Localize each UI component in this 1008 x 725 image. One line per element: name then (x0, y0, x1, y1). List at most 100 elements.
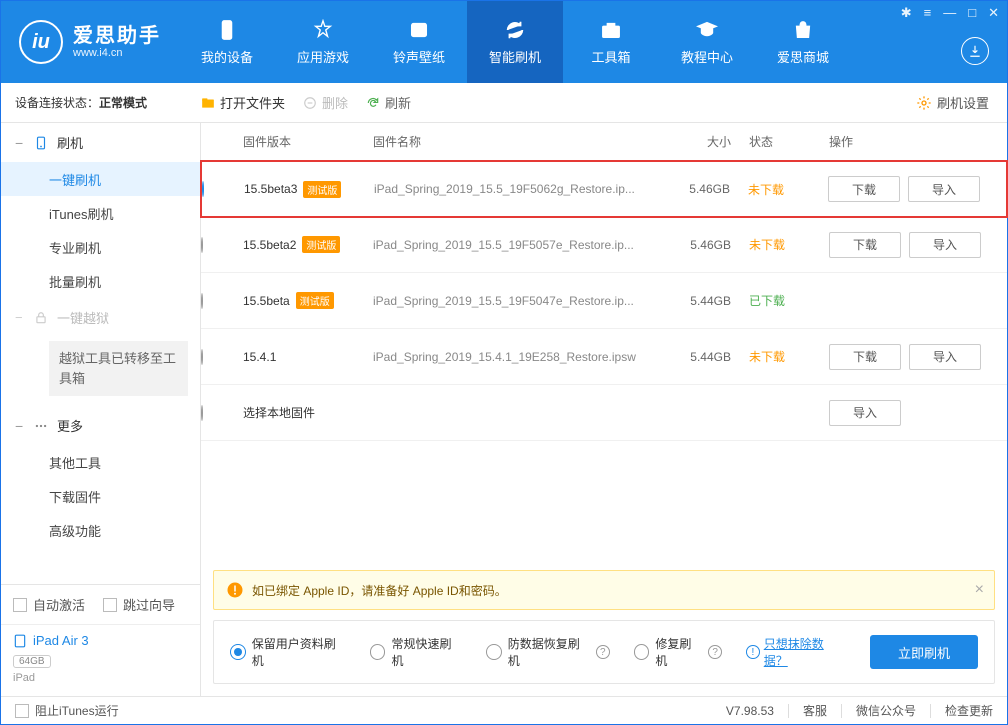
help-icon[interactable]: ? (596, 645, 610, 659)
download-indicator-icon[interactable] (961, 37, 989, 65)
start-flash-button[interactable]: 立即刷机 (870, 635, 978, 669)
sidebar-item-other-tools[interactable]: 其他工具 (1, 445, 200, 479)
device-name: iPad Air 3 (33, 633, 89, 648)
open-folder-button[interactable]: 打开文件夹 (201, 93, 285, 112)
sidebar-more-head[interactable]: 更多 (1, 406, 200, 445)
th-status: 状态 (749, 133, 829, 150)
opt-repair-label: 修复刷机 (655, 635, 702, 669)
nav-my-device[interactable]: 我的设备 (179, 1, 275, 83)
auto-activate-checkbox[interactable] (13, 598, 27, 612)
erase-data-link[interactable]: 只想抹除数据？ (764, 635, 846, 669)
firmware-size: 5.46GB (668, 182, 748, 196)
firmware-name: iPad_Spring_2019_15.5_19F5062g_Restore.i… (374, 182, 668, 196)
sidebar-item-one-click[interactable]: 一键刷机 (1, 162, 200, 196)
row-radio[interactable] (201, 405, 203, 421)
firmware-status: 未下载 (748, 181, 828, 198)
sidebar: 刷机 一键刷机iTunes刷机专业刷机批量刷机 − 一键越狱 越狱工具已转移至工… (1, 123, 201, 696)
menu1-icon[interactable]: ✱ (901, 5, 912, 21)
nav-apps-games[interactable]: 应用游戏 (275, 1, 371, 83)
flash-panel: 保留用户资料刷机 常规快速刷机 防数据恢复刷机? 修复刷机? !只想抹除数据？ … (213, 620, 995, 684)
minimize-icon[interactable]: — (943, 5, 956, 21)
opt-normal[interactable]: 常规快速刷机 (370, 635, 462, 669)
nav-tutorial[interactable]: 教程中心 (659, 1, 755, 83)
nav-store[interactable]: 爱思商城 (755, 1, 851, 83)
row-radio[interactable] (201, 237, 203, 253)
row-radio[interactable] (202, 181, 204, 197)
download-button[interactable]: 下载 (828, 176, 900, 202)
sidebar-item-batch[interactable]: 批量刷机 (1, 264, 200, 298)
status-not-downloaded: 未下载 (749, 238, 785, 252)
firmware-status: 未下载 (749, 348, 829, 365)
opt-keep-data[interactable]: 保留用户资料刷机 (230, 635, 346, 669)
sidebar-flash-label: 刷机 (57, 133, 83, 152)
customer-service-link[interactable]: 客服 (803, 702, 827, 719)
nav-label: 教程中心 (681, 47, 733, 66)
nav-smart-flash[interactable]: 智能刷机 (467, 1, 563, 83)
table-row[interactable]: 15.4.1iPad_Spring_2019_15.4.1_19E258_Res… (201, 329, 1007, 385)
firmware-version: 15.5beta3 测试版 (244, 181, 374, 198)
import-button[interactable]: 导入 (829, 400, 901, 426)
sidebar-item-download-fw[interactable]: 下载固件 (1, 479, 200, 513)
flash-icon (33, 135, 49, 151)
skip-guide-checkbox[interactable] (103, 598, 117, 612)
close-icon[interactable]: ✕ (988, 5, 999, 21)
firmware-version: 15.5beta2 测试版 (243, 236, 373, 253)
firmware-name: iPad_Spring_2019_15.5_19F5057e_Restore.i… (373, 238, 669, 252)
sidebar-more-label: 更多 (57, 416, 83, 435)
sidebar-jailbreak-head: − 一键越狱 (1, 298, 200, 337)
auto-activate-label: 自动激活 (33, 595, 85, 614)
help-icon[interactable]: ? (708, 645, 722, 659)
tutorial-icon (696, 19, 718, 41)
device-type: iPad (13, 672, 188, 684)
open-folder-label: 打开文件夹 (220, 93, 285, 112)
opt-repair[interactable]: 修复刷机? (634, 635, 722, 669)
firmware-version: 15.5beta 测试版 (243, 292, 373, 309)
table-row[interactable]: 15.5beta3 测试版iPad_Spring_2019_15.5_19F50… (200, 160, 1008, 218)
check-update-link[interactable]: 检查更新 (945, 702, 993, 719)
firmware-version: 选择本地固件 (243, 404, 373, 421)
stop-itunes-checkbox[interactable] (15, 704, 29, 718)
table-row[interactable]: 15.5beta 测试版iPad_Spring_2019_15.5_19F504… (201, 273, 1007, 329)
nav-ringtones[interactable]: 铃声壁纸 (371, 1, 467, 83)
table-row[interactable]: 选择本地固件 导入 (201, 385, 1007, 441)
row-radio[interactable] (201, 349, 203, 365)
sidebar-item-itunes[interactable]: iTunes刷机 (1, 196, 200, 230)
table-header: 固件版本 固件名称 大小 状态 操作 (201, 123, 1007, 161)
sidebar-item-advanced[interactable]: 高级功能 (1, 513, 200, 547)
beta-badge: 测试版 (302, 236, 340, 253)
opt-anti-recovery[interactable]: 防数据恢复刷机? (486, 635, 610, 669)
brand-name: 爱思助手 (73, 25, 161, 47)
sidebar-item-pro[interactable]: 专业刷机 (1, 230, 200, 264)
info-icon[interactable]: ! (746, 645, 760, 659)
device-storage: 64GB (13, 655, 51, 668)
device-info[interactable]: iPad Air 3 64GB iPad (1, 624, 200, 696)
download-button[interactable]: 下载 (829, 232, 901, 258)
import-button[interactable]: 导入 (909, 232, 981, 258)
delete-button: 删除 (303, 93, 348, 112)
logo: iu 爱思助手 www.i4.cn (1, 1, 179, 83)
status-bar: 阻止iTunes运行 V7.98.53 客服 微信公众号 检查更新 (1, 696, 1007, 724)
stop-itunes-label: 阻止iTunes运行 (35, 702, 119, 719)
refresh-button[interactable]: 刷新 (366, 93, 411, 112)
table-row[interactable]: 15.5beta2 测试版iPad_Spring_2019_15.5_19F50… (201, 217, 1007, 273)
logo-icon: iu (19, 20, 63, 64)
row-radio[interactable] (201, 293, 203, 309)
flash-settings-button[interactable]: 刷机设置 (916, 93, 989, 112)
download-button[interactable]: 下载 (829, 344, 901, 370)
sidebar-flash-head[interactable]: 刷机 (1, 123, 200, 162)
skip-guide-label: 跳过向导 (123, 595, 175, 614)
menu2-icon[interactable]: ≡ (924, 5, 932, 21)
content: 固件版本 固件名称 大小 状态 操作 15.5beta3 测试版iPad_Spr… (201, 123, 1007, 696)
close-warning-button[interactable]: × (975, 581, 984, 599)
nav-label: 爱思商城 (777, 47, 829, 66)
wechat-link[interactable]: 微信公众号 (856, 702, 916, 719)
nav-toolbox[interactable]: 工具箱 (563, 1, 659, 83)
maximize-icon[interactable]: □ (968, 5, 976, 21)
delete-label: 删除 (322, 93, 348, 112)
import-button[interactable]: 导入 (909, 344, 981, 370)
status-not-downloaded: 未下载 (749, 350, 785, 364)
import-button[interactable]: 导入 (908, 176, 980, 202)
app-header: iu 爱思助手 www.i4.cn 我的设备应用游戏铃声壁纸智能刷机工具箱教程中… (1, 1, 1007, 83)
th-version: 固件版本 (243, 133, 373, 150)
firmware-status: 已下载 (749, 292, 829, 309)
